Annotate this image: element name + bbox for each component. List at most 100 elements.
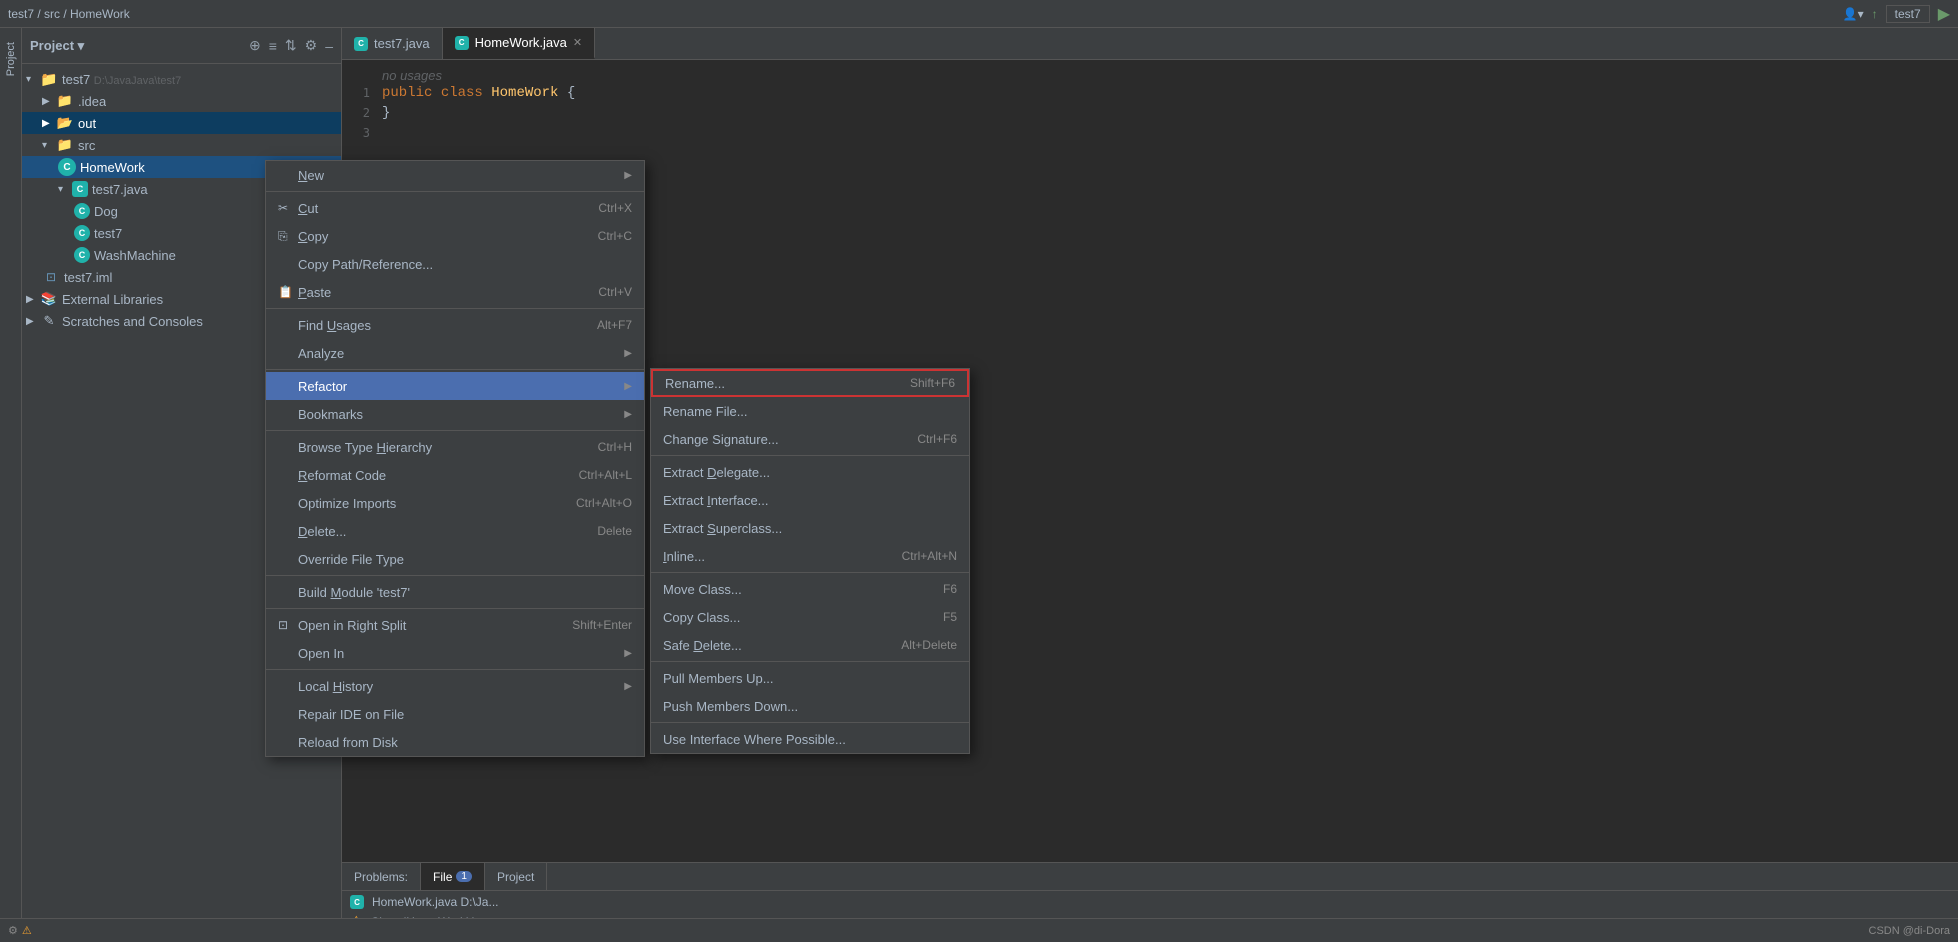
menu-icon-paste: 📋 bbox=[278, 285, 298, 299]
submenu-item-extract-superclass[interactable]: Extract Superclass... bbox=[651, 514, 969, 542]
submenu-item-inline[interactable]: Inline... Ctrl+Alt+N bbox=[651, 542, 969, 570]
submenu-shortcut-change-signature: Ctrl+F6 bbox=[917, 432, 957, 446]
menu-icon-copy: ⎘ bbox=[278, 229, 298, 244]
menu-item-build-module[interactable]: Build Module 'test7' bbox=[266, 578, 644, 606]
menu-label-repair-ide: Repair IDE on File bbox=[298, 707, 632, 722]
menu-separator-1 bbox=[266, 191, 644, 192]
menu-arrow-new: ▶ bbox=[624, 170, 632, 181]
menu-label-delete: Delete... bbox=[298, 524, 577, 539]
submenu-shortcut-inline: Ctrl+Alt+N bbox=[902, 549, 957, 563]
submenu-item-push-members-down[interactable]: Push Members Down... bbox=[651, 692, 969, 720]
menu-shortcut-copy: Ctrl+C bbox=[598, 229, 632, 243]
menu-arrow-refactor: ▶ bbox=[624, 381, 632, 392]
submenu-label-extract-superclass: Extract Superclass... bbox=[663, 521, 957, 536]
menu-item-delete[interactable]: Delete... Delete bbox=[266, 517, 644, 545]
submenu-label-inline: Inline... bbox=[663, 549, 902, 564]
menu-item-copy[interactable]: ⎘ Copy Ctrl+C bbox=[266, 222, 644, 250]
submenu-sep-3 bbox=[651, 661, 969, 662]
menu-item-local-history[interactable]: Local History ▶ bbox=[266, 672, 644, 700]
submenu-shortcut-copy-class: F5 bbox=[943, 610, 957, 624]
menu-item-find-usages[interactable]: Find Usages Alt+F7 bbox=[266, 311, 644, 339]
menu-shortcut-delete: Delete bbox=[597, 524, 632, 538]
menu-item-analyze[interactable]: Analyze ▶ bbox=[266, 339, 644, 367]
menu-separator-4 bbox=[266, 430, 644, 431]
menu-label-new: New bbox=[298, 168, 620, 183]
menu-label-copy: Copy bbox=[298, 229, 578, 244]
menu-label-copy-path: Copy Path/Reference... bbox=[298, 257, 632, 272]
menu-item-reformat[interactable]: Reformat Code Ctrl+Alt+L bbox=[266, 461, 644, 489]
menu-shortcut-cut: Ctrl+X bbox=[598, 201, 632, 215]
menu-label-open-in: Open In bbox=[298, 646, 620, 661]
menu-item-new[interactable]: New ▶ bbox=[266, 161, 644, 189]
menu-item-copy-path[interactable]: Copy Path/Reference... bbox=[266, 250, 644, 278]
submenu-label-use-interface: Use Interface Where Possible... bbox=[663, 732, 957, 747]
refactor-submenu: Rename... Shift+F6 Rename File... Change… bbox=[650, 368, 970, 754]
menu-label-override-file-type: Override File Type bbox=[298, 552, 632, 567]
menu-item-optimize-imports[interactable]: Optimize Imports Ctrl+Alt+O bbox=[266, 489, 644, 517]
submenu-label-rename-file: Rename File... bbox=[663, 404, 957, 419]
submenu-shortcut-safe-delete: Alt+Delete bbox=[901, 638, 957, 652]
submenu-item-change-signature[interactable]: Change Signature... Ctrl+F6 bbox=[651, 425, 969, 453]
menu-item-cut[interactable]: ✂ Cut Ctrl+X bbox=[266, 194, 644, 222]
submenu-label-pull-members-up: Pull Members Up... bbox=[663, 671, 957, 686]
menu-arrow-analyze: ▶ bbox=[624, 348, 632, 359]
menu-label-reload-from-disk: Reload from Disk bbox=[298, 735, 632, 750]
menu-icon-open-right-split: ⊡ bbox=[278, 618, 298, 632]
submenu-item-rename-file[interactable]: Rename File... bbox=[651, 397, 969, 425]
submenu-item-use-interface[interactable]: Use Interface Where Possible... bbox=[651, 725, 969, 753]
menu-label-reformat: Reformat Code bbox=[298, 468, 559, 483]
menu-label-find-usages: Find Usages bbox=[298, 318, 577, 333]
submenu-sep-2 bbox=[651, 572, 969, 573]
menu-label-refactor: Refactor bbox=[298, 379, 620, 394]
submenu-label-extract-delegate: Extract Delegate... bbox=[663, 465, 957, 480]
context-menu: New ▶ ✂ Cut Ctrl+X ⎘ Copy Ctrl+C Copy Pa… bbox=[265, 160, 645, 757]
submenu-item-pull-members-up[interactable]: Pull Members Up... bbox=[651, 664, 969, 692]
menu-separator-7 bbox=[266, 669, 644, 670]
menu-item-repair-ide[interactable]: Repair IDE on File bbox=[266, 700, 644, 728]
menu-label-cut: Cut bbox=[298, 201, 578, 216]
menu-label-local-history: Local History bbox=[298, 679, 620, 694]
menu-label-bookmarks: Bookmarks bbox=[298, 407, 620, 422]
menu-arrow-bookmarks: ▶ bbox=[624, 409, 632, 420]
submenu-sep-4 bbox=[651, 722, 969, 723]
menu-shortcut-find-usages: Alt+F7 bbox=[597, 318, 632, 332]
menu-item-open-in[interactable]: Open In ▶ bbox=[266, 639, 644, 667]
submenu-shortcut-move-class: F6 bbox=[943, 582, 957, 596]
menu-separator-3 bbox=[266, 369, 644, 370]
menu-shortcut-paste: Ctrl+V bbox=[598, 285, 632, 299]
submenu-label-change-signature: Change Signature... bbox=[663, 432, 917, 447]
menu-shortcut-browse-hierarchy: Ctrl+H bbox=[598, 440, 632, 454]
submenu-label-push-members-down: Push Members Down... bbox=[663, 699, 957, 714]
menu-label-optimize-imports: Optimize Imports bbox=[298, 496, 556, 511]
submenu-item-move-class[interactable]: Move Class... F6 bbox=[651, 575, 969, 603]
context-menu-overlay: New ▶ ✂ Cut Ctrl+X ⎘ Copy Ctrl+C Copy Pa… bbox=[0, 0, 1958, 942]
menu-arrow-local-history: ▶ bbox=[624, 681, 632, 692]
menu-item-bookmarks[interactable]: Bookmarks ▶ bbox=[266, 400, 644, 428]
submenu-item-copy-class[interactable]: Copy Class... F5 bbox=[651, 603, 969, 631]
menu-icon-cut: ✂ bbox=[278, 201, 298, 215]
menu-label-browse-hierarchy: Browse Type Hierarchy bbox=[298, 440, 578, 455]
submenu-shortcut-rename: Shift+F6 bbox=[910, 376, 955, 390]
menu-arrow-open-in: ▶ bbox=[624, 648, 632, 659]
menu-label-analyze: Analyze bbox=[298, 346, 620, 361]
submenu-item-extract-interface[interactable]: Extract Interface... bbox=[651, 486, 969, 514]
menu-item-reload-from-disk[interactable]: Reload from Disk bbox=[266, 728, 644, 756]
submenu-label-extract-interface: Extract Interface... bbox=[663, 493, 957, 508]
submenu-sep-1 bbox=[651, 455, 969, 456]
submenu-label-rename: Rename... bbox=[665, 376, 910, 391]
submenu-item-safe-delete[interactable]: Safe Delete... Alt+Delete bbox=[651, 631, 969, 659]
menu-item-paste[interactable]: 📋 Paste Ctrl+V bbox=[266, 278, 644, 306]
menu-shortcut-open-right-split: Shift+Enter bbox=[572, 618, 632, 632]
menu-item-open-right-split[interactable]: ⊡ Open in Right Split Shift+Enter bbox=[266, 611, 644, 639]
submenu-label-move-class: Move Class... bbox=[663, 582, 943, 597]
submenu-item-rename[interactable]: Rename... Shift+F6 bbox=[651, 369, 969, 397]
submenu-label-safe-delete: Safe Delete... bbox=[663, 638, 901, 653]
menu-separator-6 bbox=[266, 608, 644, 609]
menu-item-refactor[interactable]: Refactor ▶ bbox=[266, 372, 644, 400]
menu-separator-5 bbox=[266, 575, 644, 576]
menu-label-build-module: Build Module 'test7' bbox=[298, 585, 632, 600]
menu-item-browse-hierarchy[interactable]: Browse Type Hierarchy Ctrl+H bbox=[266, 433, 644, 461]
submenu-item-extract-delegate[interactable]: Extract Delegate... bbox=[651, 458, 969, 486]
menu-label-paste: Paste bbox=[298, 285, 578, 300]
menu-item-override-file-type[interactable]: Override File Type bbox=[266, 545, 644, 573]
